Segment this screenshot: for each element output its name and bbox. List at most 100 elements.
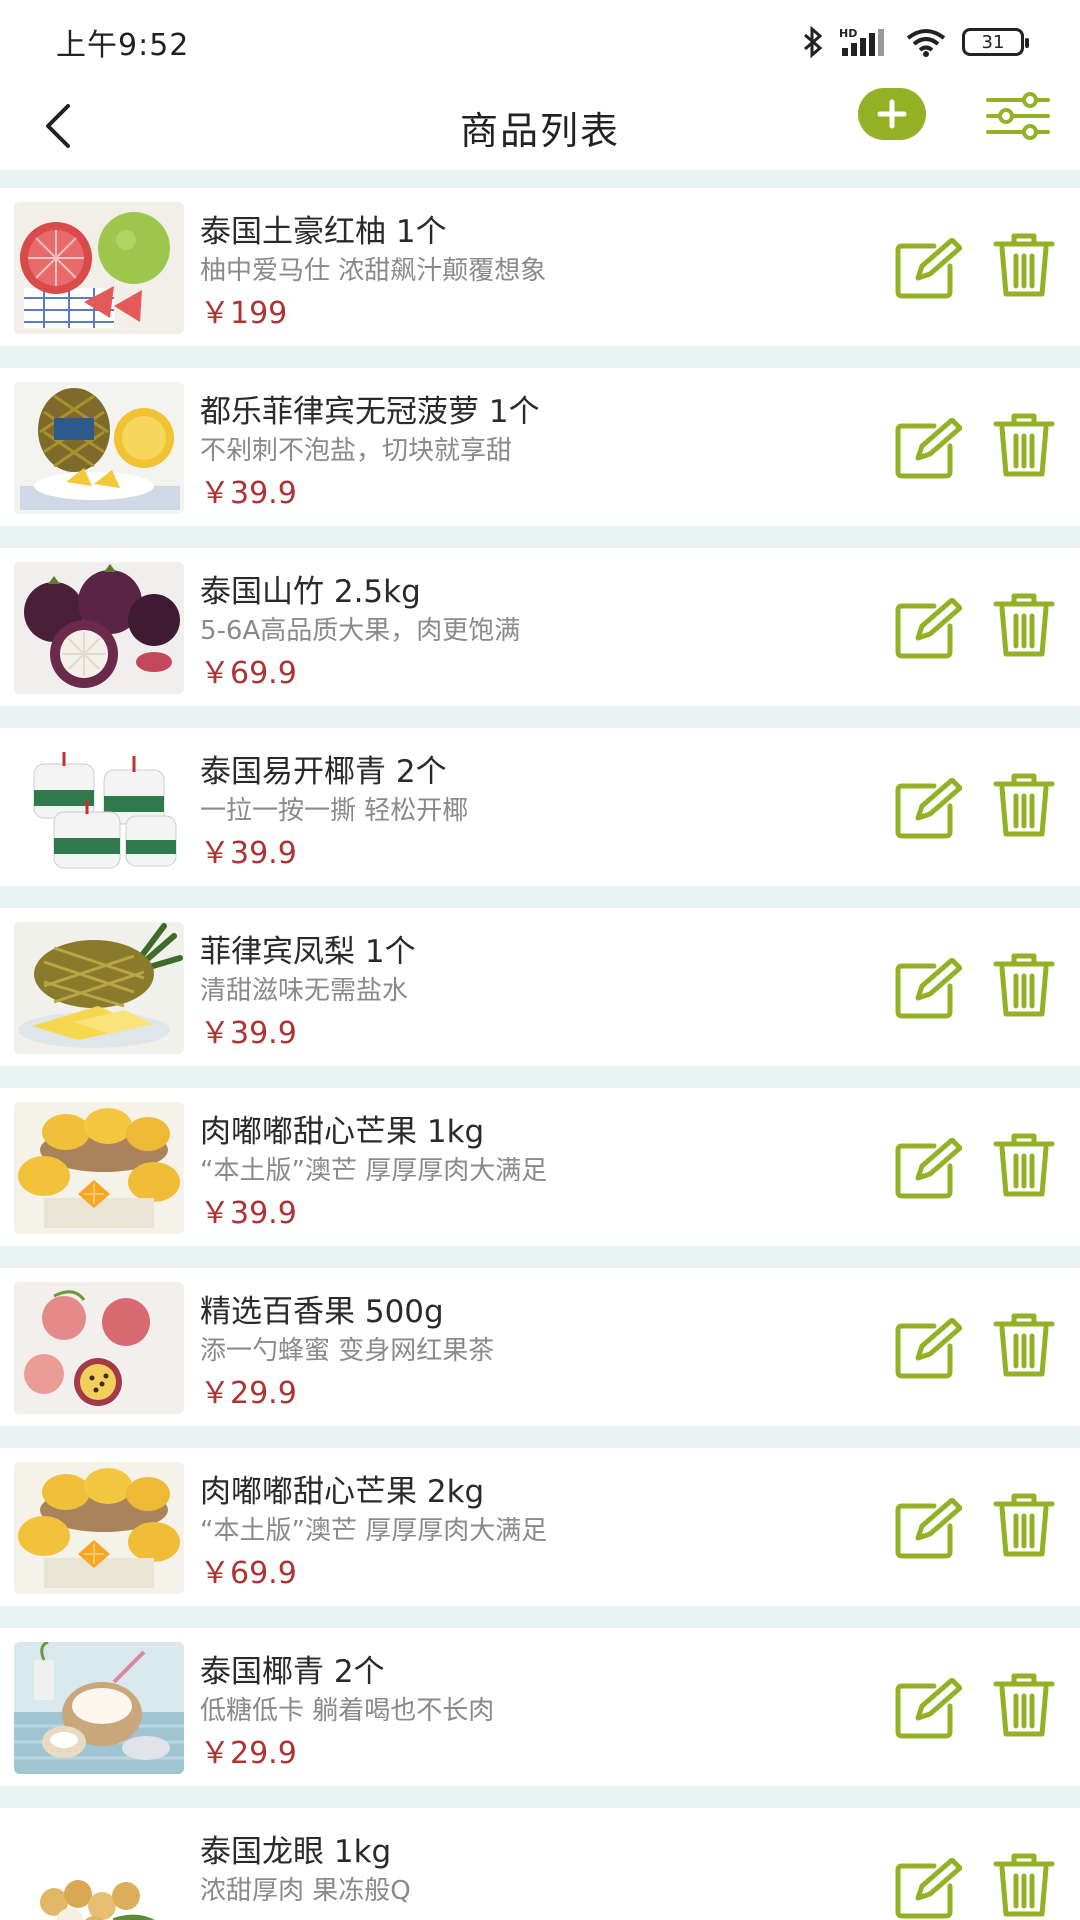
product-name: 肉嘟嘟甜心芒果 1kg	[200, 1114, 485, 1150]
trash-icon	[993, 413, 1055, 477]
edit-button[interactable]	[894, 1677, 963, 1740]
delete-button[interactable]	[992, 1852, 1056, 1920]
product-image-coconut	[14, 1642, 184, 1774]
product-name: 泰国龙眼 1kg	[200, 1834, 392, 1870]
product-image-mango	[14, 1102, 184, 1234]
status-time: 上午9:52	[56, 28, 190, 63]
trash-icon	[993, 773, 1055, 837]
trash-icon	[993, 953, 1055, 1017]
product-name: 都乐菲律宾无冠菠萝 1个	[200, 394, 540, 430]
product-description: 一拉一按一撕 轻松开椰	[200, 796, 469, 826]
product-name: 泰国易开椰青 2个	[200, 754, 447, 790]
product-item[interactable]: 肉嘟嘟甜心芒果 1kg “本土版”澳芒 厚厚厚肉大满足 ￥39.9	[0, 1088, 1080, 1246]
product-item[interactable]: 泰国龙眼 1kg 浓甜厚肉 果冻般Q	[0, 1808, 1080, 1920]
trash-icon	[993, 233, 1055, 297]
back-arrow-icon	[46, 104, 70, 148]
edit-icon	[895, 1497, 963, 1559]
product-item[interactable]: 泰国椰青 2个 低糖低卡 躺着喝也不长肉 ￥29.9	[0, 1628, 1080, 1786]
product-image-mango	[14, 1462, 184, 1594]
product-price: ￥39.9	[200, 836, 297, 871]
edit-button[interactable]	[894, 957, 963, 1020]
battery-level: 31	[981, 31, 1005, 53]
product-item[interactable]: 泰国山竹 2.5kg 5-6A高品质大果，肉更饱满 ￥69.9	[0, 548, 1080, 706]
product-price: ￥39.9	[200, 1016, 297, 1051]
battery-icon: 31	[962, 28, 1029, 56]
edit-button[interactable]	[894, 417, 963, 480]
product-price: ￥69.9	[200, 1556, 297, 1591]
bluetooth-icon	[802, 26, 824, 58]
product-name: 肉嘟嘟甜心芒果 2kg	[200, 1474, 485, 1510]
edit-button[interactable]	[894, 1857, 963, 1920]
nav-bar: 商品列表	[0, 84, 1080, 170]
filter-sliders-icon	[986, 92, 1050, 140]
edit-button[interactable]	[894, 597, 963, 660]
wifi-icon	[904, 26, 948, 58]
product-item[interactable]: 泰国土豪红柚 1个 柚中爱马仕 浓甜飙汁颠覆想象 ￥199	[0, 188, 1080, 346]
edit-icon	[895, 1857, 963, 1919]
product-description: 柚中爱马仕 浓甜飙汁颠覆想象	[200, 256, 547, 286]
product-name: 泰国山竹 2.5kg	[200, 574, 421, 610]
product-image-coconut-packed	[14, 742, 184, 874]
plus-icon	[877, 99, 907, 129]
edit-icon	[895, 957, 963, 1019]
delete-button[interactable]	[992, 1312, 1056, 1380]
status-icons: HD 31	[802, 26, 1029, 58]
product-name: 精选百香果 500g	[200, 1294, 444, 1330]
product-item[interactable]: 菲律宾凤梨 1个 清甜滋味无需盐水 ￥39.9	[0, 908, 1080, 1066]
product-item[interactable]: 肉嘟嘟甜心芒果 2kg “本土版”澳芒 厚厚厚肉大满足 ￥69.9	[0, 1448, 1080, 1606]
product-price: ￥39.9	[200, 476, 297, 511]
back-button[interactable]	[38, 98, 90, 154]
edit-button[interactable]	[894, 1497, 963, 1560]
product-image-longan	[14, 1822, 184, 1920]
product-image-pomelo	[14, 202, 184, 334]
edit-icon	[895, 237, 963, 299]
signal-icon: HD	[838, 26, 890, 58]
product-name: 菲律宾凤梨 1个	[200, 934, 416, 970]
delete-button[interactable]	[992, 1492, 1056, 1560]
product-list: 泰国土豪红柚 1个 柚中爱马仕 浓甜飙汁颠覆想象 ￥199 都乐菲律宾无冠菠萝 …	[0, 188, 1080, 1920]
product-name: 泰国土豪红柚 1个	[200, 214, 447, 250]
network-label: HD	[839, 27, 857, 40]
edit-button[interactable]	[894, 777, 963, 840]
filter-button[interactable]	[984, 90, 1052, 142]
trash-icon	[993, 1493, 1055, 1557]
page-title: 商品列表	[459, 108, 620, 153]
product-item[interactable]: 都乐菲律宾无冠菠萝 1个 不剁刺不泡盐，切块就享甜 ￥39.9	[0, 368, 1080, 526]
delete-button[interactable]	[992, 592, 1056, 660]
product-item[interactable]: 精选百香果 500g 添一勺蜂蜜 变身网红果茶 ￥29.9	[0, 1268, 1080, 1426]
edit-icon	[895, 1317, 963, 1379]
product-item[interactable]: 泰国易开椰青 2个 一拉一按一撕 轻松开椰 ￥39.9	[0, 728, 1080, 886]
product-description: “本土版”澳芒 厚厚厚肉大满足	[200, 1516, 548, 1546]
edit-icon	[895, 1677, 963, 1739]
edit-button[interactable]	[894, 1317, 963, 1380]
product-description: 浓甜厚肉 果冻般Q	[200, 1876, 411, 1906]
edit-icon	[895, 597, 963, 659]
product-image-mangosteen	[14, 562, 184, 694]
product-price: ￥69.9	[200, 656, 297, 691]
product-price: ￥29.9	[200, 1376, 297, 1411]
add-product-button[interactable]	[858, 88, 926, 140]
trash-icon	[993, 593, 1055, 657]
trash-icon	[993, 1313, 1055, 1377]
product-description: 不剁刺不泡盐，切块就享甜	[200, 436, 513, 466]
edit-button[interactable]	[894, 237, 963, 300]
delete-button[interactable]	[992, 1132, 1056, 1200]
product-price: ￥29.9	[200, 1736, 297, 1771]
product-name: 泰国椰青 2个	[200, 1654, 385, 1690]
delete-button[interactable]	[992, 772, 1056, 840]
delete-button[interactable]	[992, 1672, 1056, 1740]
product-image-pineapple-crownless	[14, 382, 184, 514]
trash-icon	[993, 1853, 1055, 1917]
trash-icon	[993, 1673, 1055, 1737]
product-description: 添一勺蜂蜜 变身网红果茶	[200, 1336, 495, 1366]
product-price: ￥39.9	[200, 1196, 297, 1231]
edit-button[interactable]	[894, 1137, 963, 1200]
product-price: ￥199	[200, 296, 288, 331]
product-description: 5-6A高品质大果，肉更饱满	[200, 616, 521, 646]
trash-icon	[993, 1133, 1055, 1197]
status-bar: 上午9:52 HD 31	[0, 0, 1080, 84]
product-description: 低糖低卡 躺着喝也不长肉	[200, 1696, 495, 1726]
delete-button[interactable]	[992, 952, 1056, 1020]
delete-button[interactable]	[992, 232, 1056, 300]
delete-button[interactable]	[992, 412, 1056, 480]
